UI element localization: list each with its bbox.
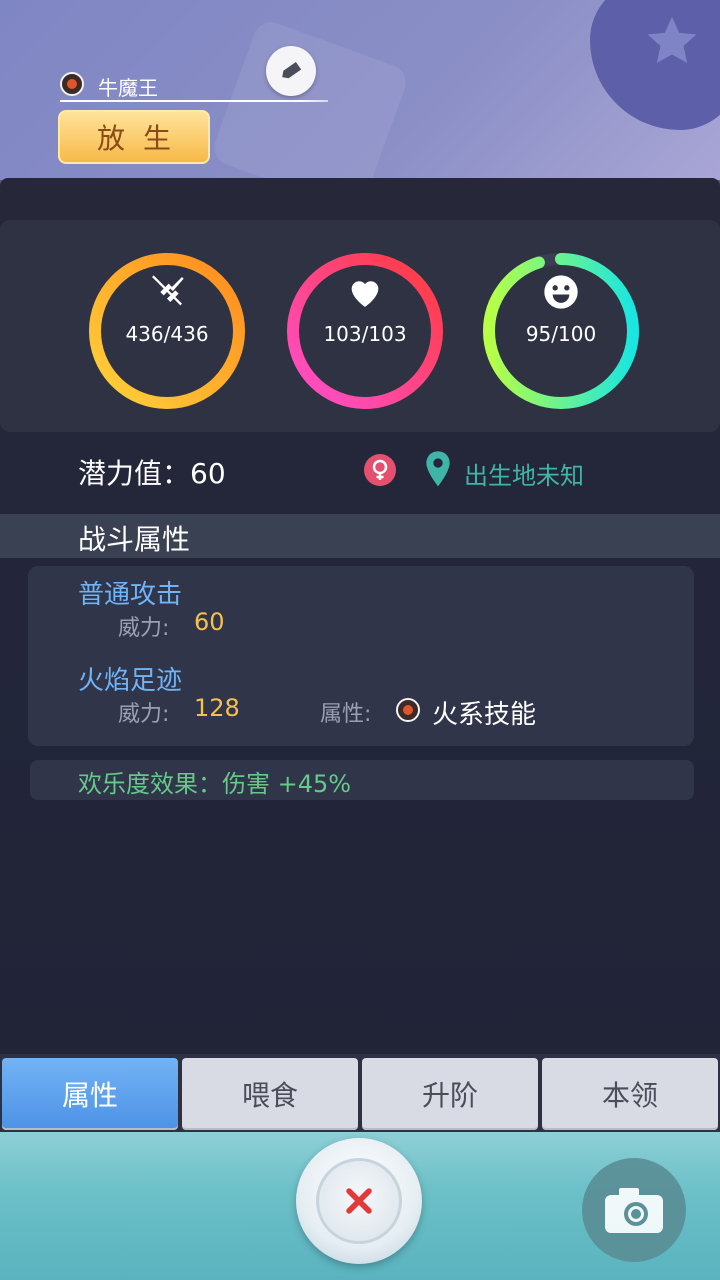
- skill-attribute-label: 属性:: [320, 702, 372, 727]
- fire-element-icon: [396, 698, 420, 722]
- map-pin-icon: [426, 451, 450, 487]
- camera-button[interactable]: [582, 1158, 686, 1262]
- battle-section-title: 战斗属性: [78, 523, 191, 556]
- close-icon: [346, 1188, 372, 1214]
- close-button[interactable]: [316, 1158, 402, 1244]
- skill-name: 普通攻击: [78, 580, 183, 610]
- fire-element-icon: [60, 72, 84, 96]
- camera-icon: [605, 1188, 663, 1233]
- skill-power-value: 128: [194, 694, 240, 722]
- tab-feed[interactable]: 喂食: [182, 1058, 358, 1130]
- skill-power-label: 威力:: [118, 702, 170, 727]
- crossed-swords-icon: [152, 275, 184, 306]
- skill-power-value: 60: [194, 608, 225, 636]
- health-ring: 103/103: [282, 248, 448, 414]
- health-value: 103/103: [323, 322, 407, 346]
- tab-skills[interactable]: 本领: [542, 1058, 718, 1130]
- happiness-value: 95/100: [525, 322, 597, 346]
- skill-power-label: 威力:: [118, 616, 170, 641]
- female-icon: [364, 454, 396, 486]
- birthplace-text: 出生地未知: [464, 462, 584, 490]
- attack-ring: 436/436: [84, 248, 250, 414]
- skill-name: 火焰足迹: [78, 666, 183, 696]
- potential-value: 潜力值：60: [78, 457, 226, 490]
- happiness-ring: 95/100: [478, 248, 644, 414]
- attack-value: 436/436: [125, 322, 209, 346]
- skill-attribute-value: 火系技能: [432, 700, 537, 730]
- edit-name-button[interactable]: [266, 46, 316, 96]
- name-underline: [60, 100, 328, 102]
- star-icon[interactable]: [642, 12, 702, 72]
- smiley-icon: [544, 275, 578, 309]
- tab-attributes[interactable]: 属性: [2, 1058, 178, 1130]
- tab-bar: 属性 喂食 升阶 本领: [0, 1054, 720, 1132]
- pencil-icon: [282, 61, 302, 79]
- release-button[interactable]: 放生: [58, 110, 210, 164]
- pet-name: 牛魔王: [98, 76, 158, 100]
- heart-icon: [351, 281, 379, 307]
- tab-upgrade[interactable]: 升阶: [362, 1058, 538, 1130]
- joy-effect-text: 欢乐度效果：伤害 +45%: [78, 770, 352, 798]
